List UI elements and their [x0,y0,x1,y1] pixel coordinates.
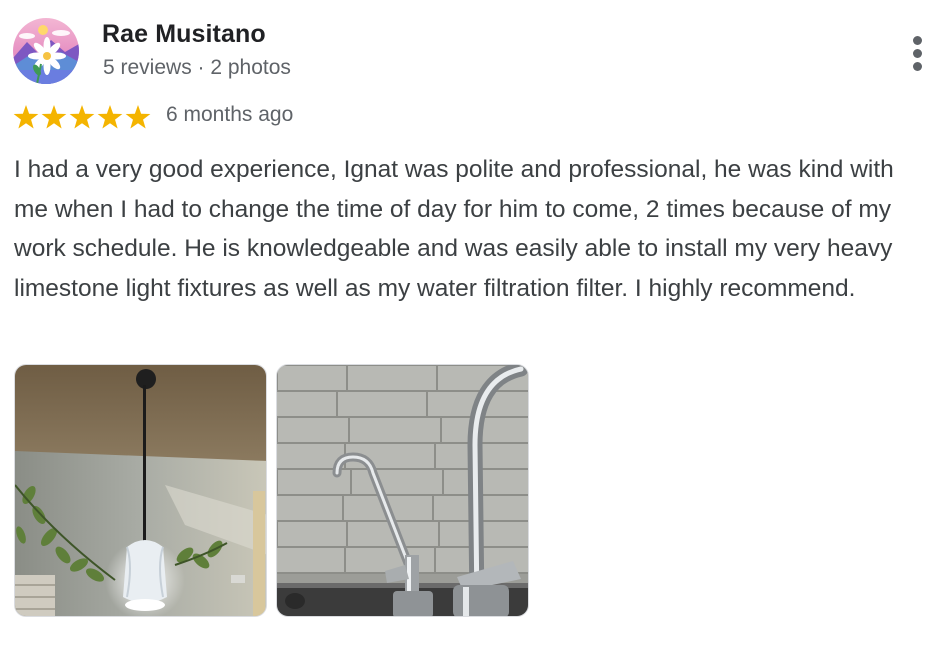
faucets-image [277,365,528,616]
more-dot [913,49,922,58]
star-icon [69,105,95,129]
avatar-image [13,18,79,84]
avatar[interactable] [13,18,79,84]
author-meta[interactable]: 5 reviews · 2 photos [103,56,291,80]
more-dot [913,36,922,45]
review-photo-faucets[interactable] [276,364,529,617]
star-rating [13,105,151,129]
more-vert-icon[interactable] [904,30,932,74]
review-card: Rae Musitano 5 reviews · 2 photos 6 mont… [0,0,942,646]
pendant-light-image [15,365,266,616]
star-icon [13,105,39,129]
star-icon [97,105,123,129]
star-icon [41,105,67,129]
review-photo-pendant-light[interactable] [14,364,267,617]
review-text: I had a very good experience, Ignat was … [14,156,894,302]
review-time: 6 months ago [166,103,294,126]
author-name[interactable]: Rae Musitano [102,20,266,49]
star-icon [125,105,151,129]
more-dot [913,62,922,71]
